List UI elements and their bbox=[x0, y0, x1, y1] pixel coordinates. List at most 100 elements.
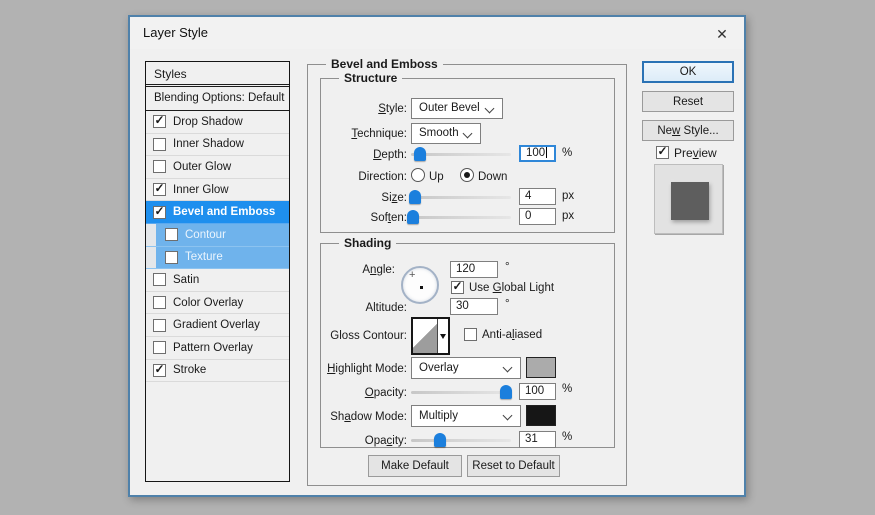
style-label: Style: bbox=[321, 101, 407, 117]
soften-slider-track[interactable] bbox=[411, 216, 511, 219]
dialog-title: Layer Style bbox=[143, 25, 208, 40]
highlight-color-swatch[interactable] bbox=[526, 357, 556, 378]
technique-label: Technique: bbox=[321, 126, 407, 142]
shadow-opacity-unit: % bbox=[562, 431, 572, 443]
sidebar-item-stroke[interactable]: ✓ Stroke bbox=[146, 360, 289, 383]
shadow-mode-dropdown[interactable]: Multiply bbox=[411, 405, 521, 427]
sidebar-header-styles[interactable]: Styles bbox=[146, 62, 289, 87]
shadow-opacity-thumb[interactable] bbox=[434, 433, 446, 447]
shading-group: Shading Angle: + 120 ° ✓ Use Global Ligh… bbox=[320, 243, 615, 448]
sidebar-item-pattern-overlay[interactable]: Pattern Overlay bbox=[146, 337, 289, 360]
shadow-mode-label: Shadow Mode: bbox=[321, 409, 407, 425]
contour-checkbox[interactable] bbox=[165, 228, 178, 241]
sidebar-item-label: Stroke bbox=[173, 364, 206, 376]
chevron-down-icon bbox=[463, 129, 473, 139]
color-overlay-checkbox[interactable] bbox=[153, 296, 166, 309]
sidebar-item-label: Satin bbox=[173, 274, 199, 286]
dropdown-arrow-icon[interactable] bbox=[437, 319, 448, 353]
reset-to-default-button[interactable]: Reset to Default bbox=[467, 455, 560, 477]
new-style-button[interactable]: New Style... bbox=[642, 120, 734, 141]
anti-aliased-label: Anti-aliased bbox=[482, 327, 542, 343]
bevel-emboss-panel: Bevel and Emboss Structure Style: Outer … bbox=[307, 64, 627, 486]
depth-label: Depth: bbox=[321, 147, 407, 163]
sidebar-item-gradient-overlay[interactable]: Gradient Overlay bbox=[146, 314, 289, 337]
sidebar-item-satin[interactable]: Satin bbox=[146, 269, 289, 292]
highlight-opacity-track[interactable] bbox=[411, 391, 511, 394]
sidebar-item-blending-options[interactable]: Blending Options: Default bbox=[146, 87, 289, 111]
satin-checkbox[interactable] bbox=[153, 273, 166, 286]
size-slider-track[interactable] bbox=[411, 196, 511, 199]
direction-label: Direction: bbox=[321, 169, 407, 185]
size-label: Size: bbox=[321, 190, 407, 206]
pattern-overlay-checkbox[interactable] bbox=[153, 341, 166, 354]
sidebar-item-label: Gradient Overlay bbox=[173, 319, 260, 331]
gloss-contour-thumbnail bbox=[413, 319, 437, 353]
shadow-opacity-input[interactable]: 31 bbox=[519, 431, 556, 448]
angle-dial[interactable]: + bbox=[401, 266, 439, 304]
drop-shadow-checkbox[interactable]: ✓ bbox=[153, 115, 166, 128]
title-bar[interactable]: Layer Style ✕ bbox=[130, 17, 744, 49]
highlight-opacity-input[interactable]: 100 bbox=[519, 383, 556, 400]
make-default-button[interactable]: Make Default bbox=[368, 455, 462, 477]
chevron-down-icon bbox=[485, 104, 495, 114]
use-global-light-checkbox[interactable]: ✓ bbox=[451, 281, 464, 294]
depth-slider-thumb[interactable] bbox=[414, 147, 426, 161]
sidebar-item-contour[interactable]: Contour bbox=[146, 224, 289, 247]
sidebar-item-outer-glow[interactable]: Outer Glow bbox=[146, 156, 289, 179]
use-global-light-label: Use Global Light bbox=[469, 280, 554, 296]
sidebar-item-color-overlay[interactable]: Color Overlay bbox=[146, 292, 289, 315]
highlight-opacity-unit: % bbox=[562, 383, 572, 395]
outer-glow-checkbox[interactable] bbox=[153, 160, 166, 173]
gradient-overlay-checkbox[interactable] bbox=[153, 319, 166, 332]
sidebar-item-bevel-and-emboss[interactable]: ✓ Bevel and Emboss bbox=[146, 201, 289, 224]
bevel-emboss-checkbox[interactable]: ✓ bbox=[153, 206, 166, 219]
desktop-background: Layer Style ✕ Styles Blending Options: D… bbox=[0, 0, 875, 515]
direction-down-radio[interactable] bbox=[460, 168, 474, 182]
technique-dropdown[interactable]: Smooth bbox=[411, 123, 481, 144]
angle-unit: ° bbox=[505, 261, 510, 273]
highlight-mode-dropdown[interactable]: Overlay bbox=[411, 357, 521, 379]
depth-input[interactable]: 100 bbox=[519, 145, 556, 162]
direction-up-label: Up bbox=[429, 169, 444, 185]
inner-shadow-checkbox[interactable] bbox=[153, 138, 166, 151]
layer-style-dialog: Layer Style ✕ Styles Blending Options: D… bbox=[128, 15, 746, 497]
sidebar-item-drop-shadow[interactable]: ✓ Drop Shadow bbox=[146, 111, 289, 134]
ok-button[interactable]: OK bbox=[642, 61, 734, 83]
altitude-label: Altitude: bbox=[321, 300, 407, 316]
depth-slider-track[interactable] bbox=[411, 153, 511, 156]
stroke-checkbox[interactable]: ✓ bbox=[153, 364, 166, 377]
sidebar-item-texture[interactable]: Texture bbox=[146, 247, 289, 270]
shadow-opacity-track[interactable] bbox=[411, 439, 511, 442]
style-dropdown[interactable]: Outer Bevel bbox=[411, 98, 503, 119]
sidebar-item-label: Pattern Overlay bbox=[173, 342, 253, 354]
sidebar-item-inner-shadow[interactable]: Inner Shadow bbox=[146, 134, 289, 157]
gloss-contour-picker[interactable] bbox=[411, 317, 450, 355]
size-slider-thumb[interactable] bbox=[409, 190, 421, 204]
angle-input[interactable]: 120 bbox=[450, 261, 498, 278]
direction-down-label: Down bbox=[478, 169, 507, 185]
highlight-opacity-label: Opacity: bbox=[321, 385, 407, 401]
reset-button[interactable]: Reset bbox=[642, 91, 734, 112]
anti-aliased-checkbox[interactable] bbox=[464, 328, 477, 341]
angle-center-dot bbox=[420, 286, 423, 289]
altitude-input[interactable]: 30 bbox=[450, 298, 498, 315]
texture-checkbox[interactable] bbox=[165, 251, 178, 264]
size-input[interactable]: 4 bbox=[519, 188, 556, 205]
sidebar-item-label: Contour bbox=[185, 229, 226, 241]
highlight-mode-label: Highlight Mode: bbox=[321, 361, 407, 377]
sidebar-item-label: Color Overlay bbox=[173, 297, 243, 309]
sidebar-item-label: Bevel and Emboss bbox=[173, 206, 275, 218]
soften-input[interactable]: 0 bbox=[519, 208, 556, 225]
inner-glow-checkbox[interactable]: ✓ bbox=[153, 183, 166, 196]
sidebar-item-label: Outer Glow bbox=[173, 161, 231, 173]
close-icon[interactable]: ✕ bbox=[712, 24, 732, 44]
chevron-down-icon bbox=[503, 411, 513, 421]
preview-checkbox[interactable]: ✓ bbox=[656, 146, 669, 159]
soften-label: Soften: bbox=[321, 210, 407, 226]
shadow-color-swatch[interactable] bbox=[526, 405, 556, 426]
sidebar-item-inner-glow[interactable]: ✓ Inner Glow bbox=[146, 179, 289, 202]
soften-slider-thumb[interactable] bbox=[407, 210, 419, 224]
direction-up-radio[interactable] bbox=[411, 168, 425, 182]
highlight-opacity-thumb[interactable] bbox=[500, 385, 512, 399]
depth-unit: % bbox=[562, 147, 572, 159]
